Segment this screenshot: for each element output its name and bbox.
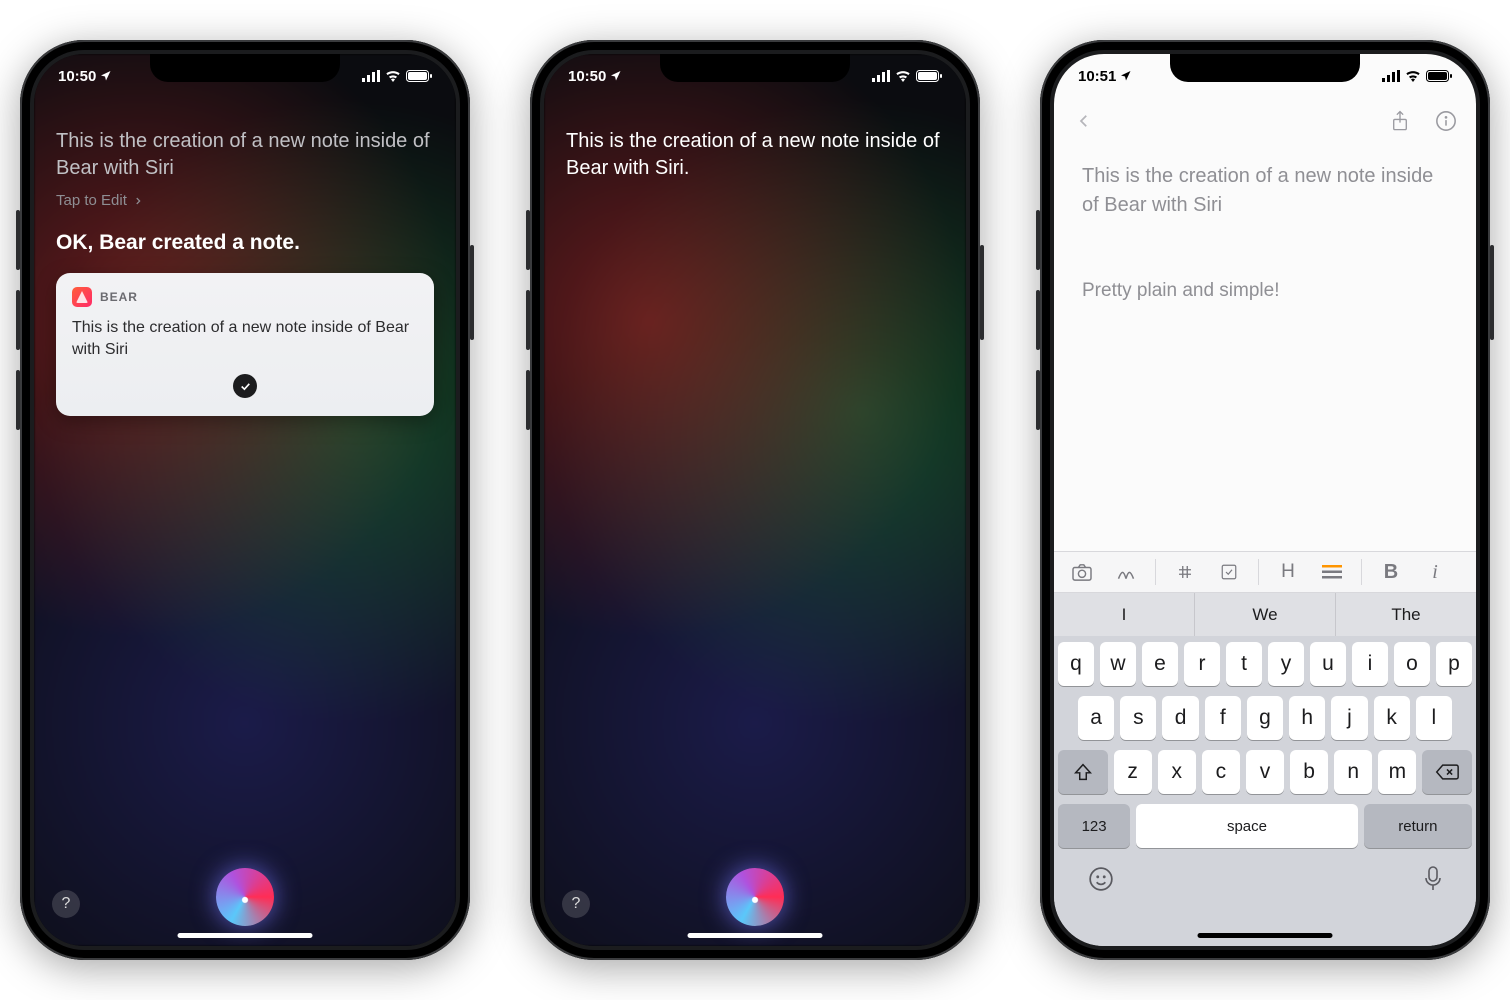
key-p[interactable]: p bbox=[1436, 642, 1472, 686]
bear-editor-screen: 10:51 bbox=[1054, 54, 1476, 946]
location-icon bbox=[1120, 70, 1132, 82]
cellular-icon bbox=[872, 70, 890, 82]
note-title[interactable]: This is the creation of a new note insid… bbox=[1082, 162, 1448, 220]
shift-key[interactable] bbox=[1058, 750, 1108, 794]
key-d[interactable]: d bbox=[1162, 696, 1198, 740]
home-indicator[interactable] bbox=[1198, 933, 1333, 938]
key-y[interactable]: y bbox=[1268, 642, 1304, 686]
suggestion-1[interactable]: I bbox=[1054, 593, 1195, 636]
key-f[interactable]: f bbox=[1205, 696, 1241, 740]
battery-icon bbox=[406, 70, 432, 82]
key-q[interactable]: q bbox=[1058, 642, 1094, 686]
key-v[interactable]: v bbox=[1246, 750, 1284, 794]
bear-app-name: BEAR bbox=[100, 290, 138, 304]
siri-orb-icon[interactable] bbox=[726, 868, 784, 926]
line-style-button[interactable] bbox=[1314, 554, 1350, 590]
keyboard-suggestions: I We The bbox=[1054, 593, 1476, 636]
key-k[interactable]: k bbox=[1374, 696, 1410, 740]
clock-text: 10:50 bbox=[58, 68, 96, 85]
key-l[interactable]: l bbox=[1416, 696, 1452, 740]
siri-user-utterance[interactable]: This is the creation of a new note insid… bbox=[56, 128, 434, 182]
emoji-button[interactable] bbox=[1088, 866, 1114, 892]
back-button[interactable] bbox=[1072, 109, 1096, 133]
key-w[interactable]: w bbox=[1100, 642, 1136, 686]
home-indicator[interactable] bbox=[178, 933, 313, 938]
location-icon bbox=[610, 70, 622, 82]
home-indicator[interactable] bbox=[688, 933, 823, 938]
key-z[interactable]: z bbox=[1114, 750, 1152, 794]
key-n[interactable]: n bbox=[1334, 750, 1372, 794]
key-e[interactable]: e bbox=[1142, 642, 1178, 686]
note-editor[interactable]: This is the creation of a new note insid… bbox=[1054, 162, 1476, 302]
key-x[interactable]: x bbox=[1158, 750, 1196, 794]
bear-card-body: This is the creation of a new note insid… bbox=[72, 317, 418, 360]
siri-user-utterance[interactable]: This is the creation of a new note insid… bbox=[566, 128, 944, 182]
bold-button[interactable]: B bbox=[1373, 554, 1409, 590]
dictation-button[interactable] bbox=[1424, 866, 1442, 892]
siri-response-text: OK, Bear created a note. bbox=[56, 231, 434, 255]
return-key[interactable]: return bbox=[1364, 804, 1472, 848]
note-body-text[interactable]: Pretty plain and simple! bbox=[1082, 280, 1448, 302]
cellular-icon bbox=[362, 70, 380, 82]
wifi-icon bbox=[895, 70, 911, 82]
key-i[interactable]: i bbox=[1352, 642, 1388, 686]
tag-button[interactable] bbox=[1167, 554, 1203, 590]
checklist-button[interactable] bbox=[1211, 554, 1247, 590]
key-s[interactable]: s bbox=[1120, 696, 1156, 740]
tap-to-edit-button[interactable]: Tap to Edit bbox=[56, 192, 434, 209]
siri-orb-icon[interactable] bbox=[216, 868, 274, 926]
key-o[interactable]: o bbox=[1394, 642, 1430, 686]
bear-app-icon bbox=[72, 287, 92, 307]
keyboard: q w e r t y u i o p a s d f g h j k l bbox=[1054, 636, 1476, 946]
key-h[interactable]: h bbox=[1289, 696, 1325, 740]
key-m[interactable]: m bbox=[1378, 750, 1416, 794]
clock-text: 10:51 bbox=[1078, 68, 1116, 85]
clock-text: 10:50 bbox=[568, 68, 606, 85]
formatting-toolbar: H B i bbox=[1054, 551, 1476, 593]
numeric-key[interactable]: 123 bbox=[1058, 804, 1130, 848]
suggestion-3[interactable]: The bbox=[1336, 593, 1476, 636]
cellular-icon bbox=[1382, 70, 1400, 82]
key-r[interactable]: r bbox=[1184, 642, 1220, 686]
bear-note-card[interactable]: BEAR This is the creation of a new note … bbox=[56, 273, 434, 416]
space-key[interactable]: space bbox=[1136, 804, 1358, 848]
share-button[interactable] bbox=[1388, 109, 1412, 133]
checkmark-icon bbox=[233, 374, 257, 398]
italic-button[interactable]: i bbox=[1417, 554, 1453, 590]
siri-listening-screen: 10:50 This is the creation of a new note… bbox=[544, 54, 966, 946]
key-c[interactable]: c bbox=[1202, 750, 1240, 794]
key-u[interactable]: u bbox=[1310, 642, 1346, 686]
key-t[interactable]: t bbox=[1226, 642, 1262, 686]
key-j[interactable]: j bbox=[1331, 696, 1367, 740]
sketch-button[interactable] bbox=[1108, 554, 1144, 590]
key-b[interactable]: b bbox=[1290, 750, 1328, 794]
camera-button[interactable] bbox=[1064, 554, 1100, 590]
location-icon bbox=[100, 70, 112, 82]
battery-icon bbox=[1426, 70, 1452, 82]
heading-button[interactable]: H bbox=[1270, 554, 1306, 590]
battery-icon bbox=[916, 70, 942, 82]
key-g[interactable]: g bbox=[1247, 696, 1283, 740]
chevron-right-icon bbox=[133, 196, 143, 206]
suggestion-2[interactable]: We bbox=[1195, 593, 1336, 636]
key-a[interactable]: a bbox=[1078, 696, 1114, 740]
wifi-icon bbox=[1405, 70, 1421, 82]
info-button[interactable] bbox=[1434, 109, 1458, 133]
wifi-icon bbox=[385, 70, 401, 82]
siri-result-screen: 10:50 This is the creation of a new note… bbox=[34, 54, 456, 946]
backspace-key[interactable] bbox=[1422, 750, 1472, 794]
